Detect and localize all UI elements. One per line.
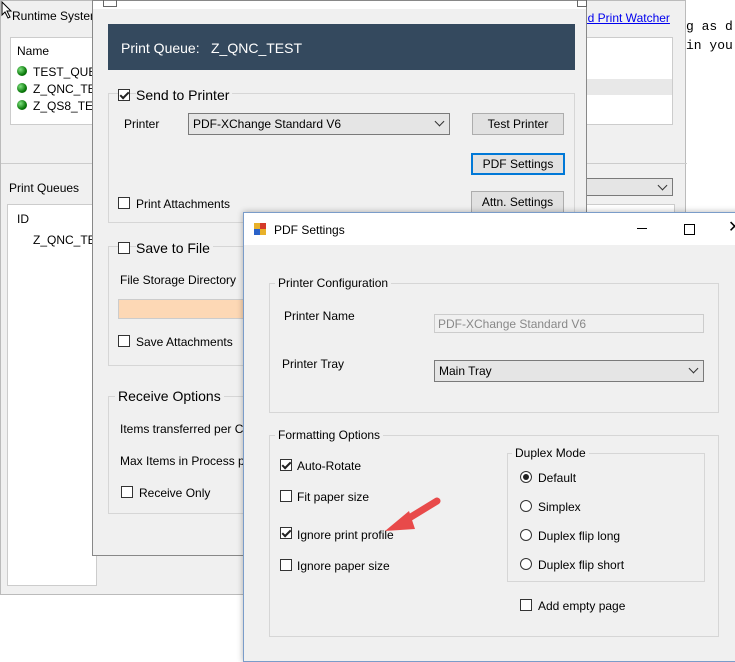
receive-options-label: Receive Options <box>115 388 224 404</box>
pdf-app-icon <box>253 222 267 239</box>
formatting-options-label: Formatting Options <box>275 428 384 442</box>
items-per-call-label: Items transferred per Call <box>120 422 256 436</box>
printer-select[interactable]: PDF-XChange Standard V6 <box>188 113 450 135</box>
file-storage-directory-input[interactable] <box>118 299 247 319</box>
ignore-print-profile-checkbox[interactable] <box>280 527 292 539</box>
status-led-icon <box>17 83 27 93</box>
chevron-down-icon <box>434 116 445 127</box>
selected-row <box>584 79 672 95</box>
title-bar <box>93 0 587 9</box>
pdf-settings-dialog: PDF Settings ✕ Printer Configuration Pri… <box>243 212 735 662</box>
save-to-file-label: Save to File <box>136 240 213 256</box>
status-led-icon <box>17 66 27 76</box>
fit-paper-size-checkbox[interactable] <box>280 490 292 502</box>
duplex-simplex-radio[interactable] <box>520 500 532 512</box>
add-empty-page-label: Add empty page <box>538 599 626 613</box>
add-empty-page-checkbox[interactable] <box>520 599 532 611</box>
background-text-line-1: g as d <box>686 19 733 34</box>
fit-paper-size-label: Fit paper size <box>297 490 370 504</box>
duplex-mode-label: Duplex Mode <box>512 446 589 460</box>
duplex-flip-short-label: Duplex flip short <box>538 558 625 572</box>
auto-rotate-checkbox[interactable] <box>280 459 292 471</box>
print-queues-label: Print Queues <box>9 181 80 195</box>
send-to-printer-checkbox[interactable] <box>118 89 130 101</box>
test-printer-button[interactable]: Test Printer <box>472 113 564 135</box>
print-attachments-checkbox[interactable] <box>118 197 130 209</box>
duplex-default-label: Default <box>538 471 577 485</box>
maximize-icon[interactable] <box>577 0 587 7</box>
close-icon[interactable]: ✕ <box>728 220 735 236</box>
printer-tray-select[interactable]: Main Tray <box>434 360 704 382</box>
send-to-printer-label: Send to Printer <box>136 87 233 103</box>
duplex-default-radio[interactable] <box>520 471 532 483</box>
pdf-settings-button[interactable]: PDF Settings <box>471 153 565 175</box>
name-column-header: Name <box>17 44 50 58</box>
runtime-details-list[interactable] <box>583 37 673 125</box>
minimize-icon[interactable] <box>637 228 647 229</box>
attn-settings-button[interactable]: Attn. Settings <box>471 191 564 213</box>
file-storage-directory-label: File Storage Directory <box>120 273 237 287</box>
printer-label: Printer <box>124 117 160 131</box>
printer-tray-label: Printer Tray <box>282 357 345 371</box>
max-items-label: Max Items in Process per C <box>120 454 245 468</box>
print-queue-name: Z_QNC_TEST <box>211 40 303 56</box>
dialog-title-bar: PDF Settings ✕ <box>244 213 735 245</box>
background-text-line-2: in you <box>686 38 733 53</box>
ignore-paper-size-label: Ignore paper size <box>297 559 390 573</box>
duplex-flip-long-radio[interactable] <box>520 529 532 541</box>
printer-name-label: Printer Name <box>284 309 355 323</box>
printer-configuration-group <box>269 283 719 413</box>
print-watcher-link[interactable]: ld Print Watcher <box>585 11 670 25</box>
chevron-down-icon <box>688 363 699 374</box>
save-attachments-label: Save Attachments <box>136 335 233 349</box>
queue-header-banner: Print Queue: Z_QNC_TEST <box>108 24 575 70</box>
dialog-title: PDF Settings <box>274 223 345 237</box>
status-led-icon <box>17 100 27 110</box>
print-queues-list[interactable]: ID Z_QNC_TES <box>7 204 104 586</box>
save-to-file-checkbox[interactable] <box>118 242 130 254</box>
duplex-flip-long-label: Duplex flip long <box>538 529 621 543</box>
chevron-down-icon <box>657 180 668 191</box>
ignore-paper-size-checkbox[interactable] <box>280 559 292 571</box>
runtime-systems-list[interactable]: Name TEST_QUEU Z_QNC_TES Z_QS8_TES <box>10 37 105 125</box>
auto-rotate-label: Auto-Rotate <box>297 459 362 473</box>
id-column-header: ID <box>17 212 29 226</box>
duplex-flip-short-radio[interactable] <box>520 558 532 570</box>
maximize-icon[interactable] <box>684 224 695 235</box>
annotation-arrow-icon <box>379 493 449 540</box>
duplex-simplex-label: Simplex <box>538 500 581 514</box>
receive-only-label: Receive Only <box>139 486 211 500</box>
printer-name-field: PDF-XChange Standard V6 <box>434 314 704 333</box>
printer-configuration-label: Printer Configuration <box>275 276 392 290</box>
print-queue-label: Print Queue: <box>121 40 200 56</box>
print-attachments-label: Print Attachments <box>136 197 231 211</box>
save-attachments-checkbox[interactable] <box>118 335 130 347</box>
window-icon <box>103 0 117 7</box>
queue-dropdown[interactable] <box>583 178 673 196</box>
receive-only-checkbox[interactable] <box>121 486 133 498</box>
